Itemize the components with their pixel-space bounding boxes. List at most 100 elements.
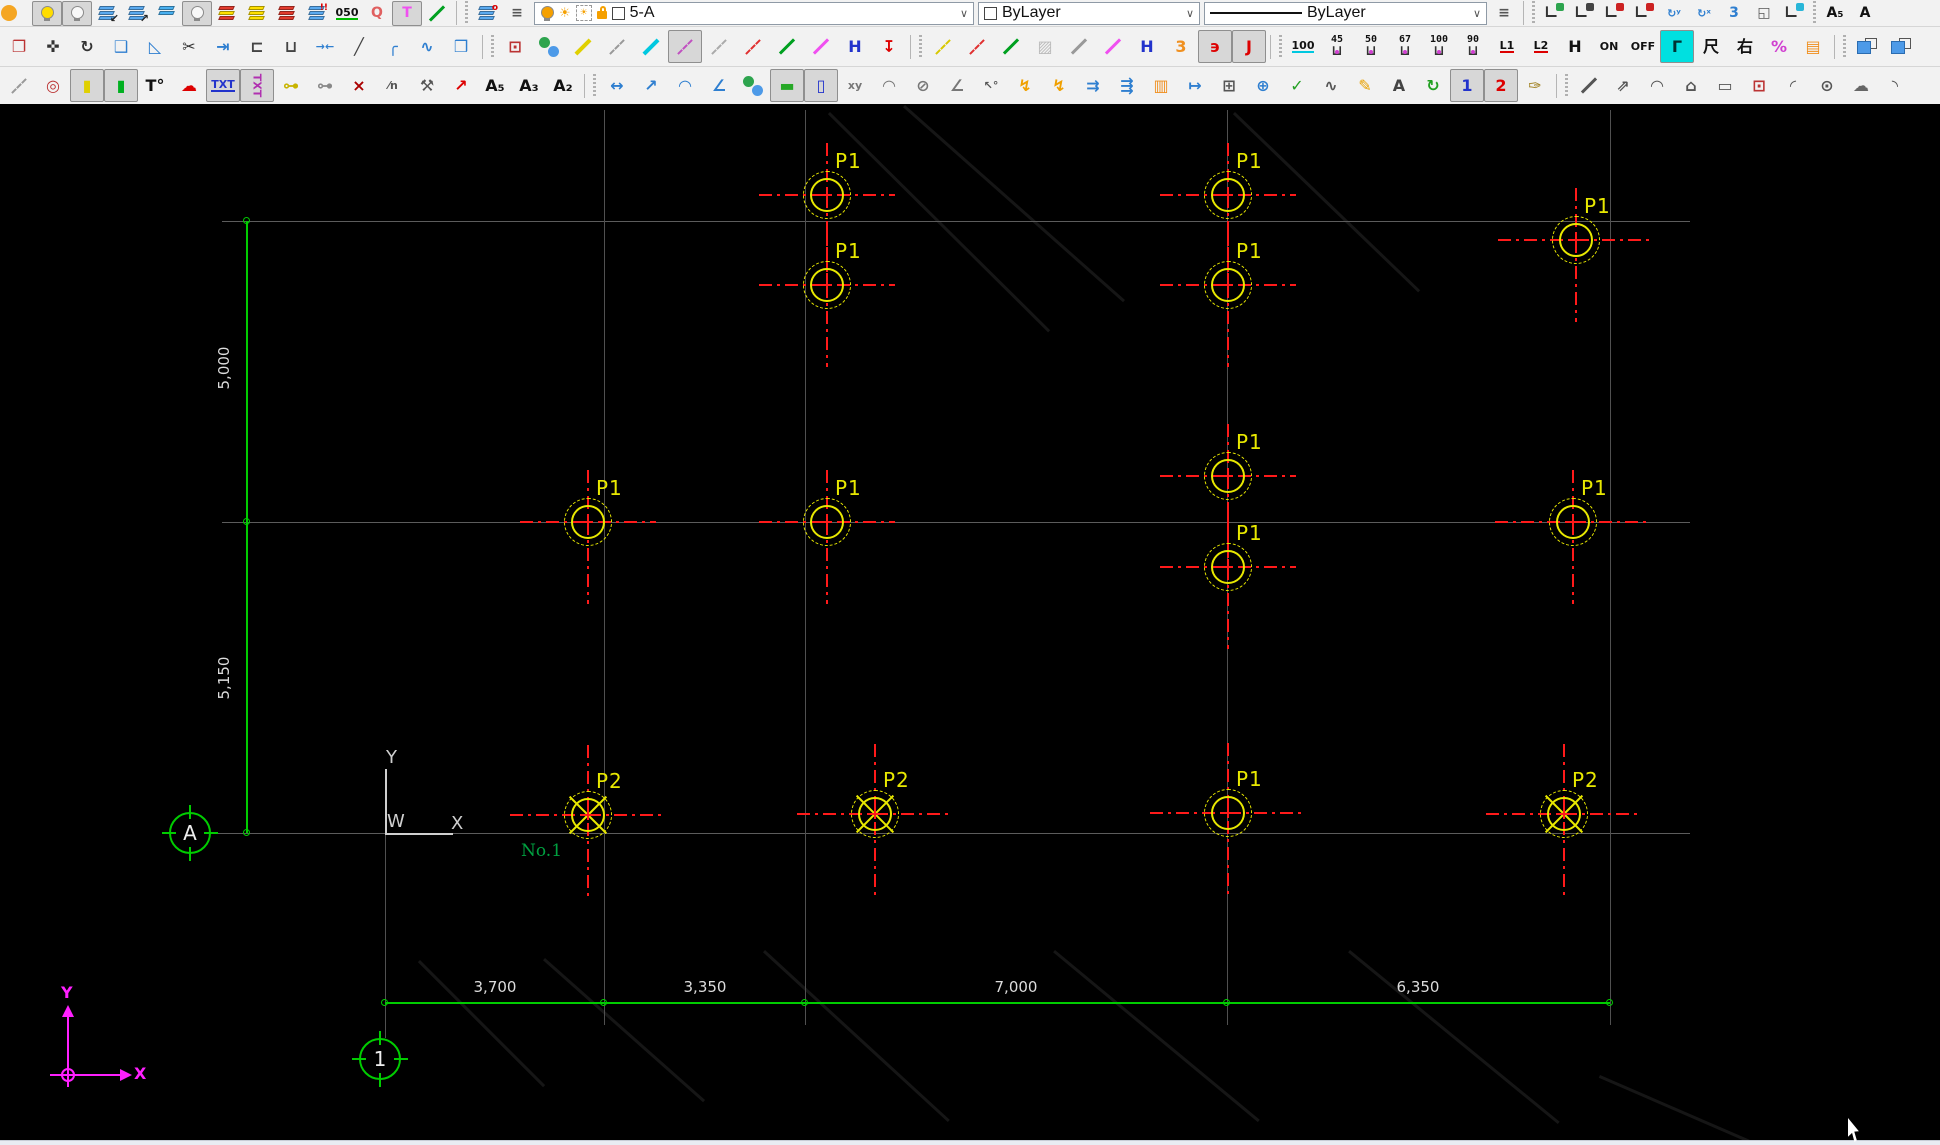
layer-thaw-icon[interactable] (182, 1, 212, 26)
dim-angle2-icon[interactable]: ∠ (940, 69, 974, 102)
text-width-icon[interactable]: A₃ (512, 69, 546, 102)
divide-icon[interactable]: ⁄n (376, 69, 410, 102)
offset-icon[interactable] (2, 69, 36, 102)
h-bold-icon[interactable]: H (1558, 30, 1592, 63)
level-67-icon[interactable]: 67⊔ (1388, 30, 1422, 63)
scale-100-rail-icon[interactable]: 100 (1286, 30, 1320, 63)
l1-icon[interactable]: L1 (1490, 30, 1524, 63)
dim-ordinate-icon[interactable]: ▥ (1144, 69, 1178, 102)
dim-linear-icon[interactable]: ↔ (600, 69, 634, 102)
percent-icon[interactable]: % (1762, 30, 1796, 63)
ucs-apply-icon[interactable]: ∟ (1779, 1, 1809, 26)
layers-yellow-icon[interactable] (242, 1, 272, 26)
pile-label[interactable]: P2 (596, 769, 636, 793)
dim-edit-icon[interactable]: ✎ (1348, 69, 1382, 102)
polyline-yellow-icon[interactable] (566, 30, 600, 63)
chevron-down-icon[interactable]: ∨ (1473, 7, 1481, 20)
dim-green-icon[interactable]: ▬ (770, 69, 804, 102)
dim-style2-icon[interactable]: 2 (1484, 69, 1518, 102)
note-text[interactable]: No.1 (521, 841, 581, 861)
ucs-rotate-y-icon[interactable]: ↻ʸ (1659, 1, 1689, 26)
toolbar-grip[interactable] (1278, 35, 1283, 59)
pile-label[interactable]: P1 (1584, 194, 1624, 218)
chamfer-icon[interactable]: ╱ (342, 30, 376, 63)
box-icon[interactable]: ❒ (444, 30, 478, 63)
chevron-down-icon[interactable]: ∨ (960, 7, 968, 20)
dim-blue-icon[interactable]: ▯ (804, 69, 838, 102)
ucs-3point-icon[interactable]: 3 (1719, 1, 1749, 26)
txt-vertical-icon[interactable]: TXT (240, 69, 274, 102)
bottom-dimension-line[interactable] (385, 1002, 1610, 1004)
h-symbol-icon[interactable]: H (838, 30, 872, 63)
toolbar-grip[interactable] (1564, 74, 1569, 98)
shaku-icon[interactable]: 尺 (1694, 30, 1728, 63)
block-yellow-icon[interactable]: ▮ (70, 69, 104, 102)
refresh-q-icon[interactable]: Q (362, 1, 392, 26)
pile-label[interactable]: P1 (835, 239, 875, 263)
text-rotate-icon[interactable]: T° (138, 69, 172, 102)
draw-polygon-icon[interactable]: ⌂ (1674, 69, 1708, 102)
layer-off-icon[interactable] (62, 1, 92, 26)
grid-line-vertical[interactable] (604, 110, 605, 1025)
line-gray-dash-icon[interactable] (600, 30, 634, 63)
dim-update-icon[interactable]: ↻ (1416, 69, 1450, 102)
trim-icon[interactable]: ✂ (172, 30, 206, 63)
ucs-previous-icon[interactable]: ∟ (1569, 1, 1599, 26)
layer-combo[interactable]: ☀☀5-A∨ (534, 2, 974, 25)
level-50-icon[interactable]: 50⊔ (1354, 30, 1388, 63)
draw-arc2-icon[interactable]: ◜ (1776, 69, 1810, 102)
grid-line-horizontal[interactable] (222, 522, 1690, 523)
dim-baseline-icon[interactable]: ⇉ (1076, 69, 1110, 102)
dim-arc-icon[interactable]: ◠ (668, 69, 702, 102)
axis-marker-hline[interactable] (385, 833, 453, 835)
dim-angle-icon[interactable]: ∠ (702, 69, 736, 102)
layer-isolate-icon[interactable]: ↙ (92, 1, 122, 26)
viewport2-icon[interactable] (1884, 30, 1918, 63)
point-target-icon[interactable]: ◎ (36, 69, 70, 102)
draw-point-icon[interactable]: ⊡ (1742, 69, 1776, 102)
layer-current-icon[interactable] (152, 1, 182, 26)
text-sort-icon[interactable]: A₅ (1820, 1, 1850, 26)
grid-line-vertical[interactable] (1610, 110, 1611, 1025)
revcloud-icon[interactable]: ☁ (172, 69, 206, 102)
draw-arc-icon[interactable]: ◠ (1640, 69, 1674, 102)
scale-050-icon[interactable]: 050 (332, 1, 362, 26)
dim-match-icon[interactable]: ✑ (1518, 69, 1552, 102)
dim-text-edit-icon[interactable]: A (1382, 69, 1416, 102)
edit-hammer-icon[interactable]: ⚒ (410, 69, 444, 102)
line-red-dashdot-icon[interactable] (736, 30, 770, 63)
spline-icon[interactable]: ∿ (410, 30, 444, 63)
pile-label[interactable]: P1 (1236, 239, 1276, 263)
line-magenta-dash-icon[interactable] (668, 30, 702, 63)
move-icon[interactable]: ✜ (36, 30, 70, 63)
migi-icon[interactable]: 右 (1728, 30, 1762, 63)
draw-line-icon[interactable] (1572, 69, 1606, 102)
text-height-icon[interactable]: A₅ (478, 69, 512, 102)
corner-cyan-icon[interactable]: Γ (1660, 30, 1694, 63)
level-90-icon[interactable]: 90⊔ (1456, 30, 1490, 63)
qleader-icon[interactable]: ↯ (1008, 69, 1042, 102)
draw-cloud-icon[interactable]: ☁ (1844, 69, 1878, 102)
pile-label[interactable]: P1 (1236, 767, 1276, 791)
join-icon[interactable]: →← (308, 30, 342, 63)
dim-check-icon[interactable]: ✓ (1280, 69, 1314, 102)
dim-style1-icon[interactable]: 1 (1450, 69, 1484, 102)
layer-state-icon[interactable]: !! (302, 1, 332, 26)
j-bracket-icon[interactable]: J (1232, 30, 1266, 63)
fillet-icon[interactable]: ╭ (376, 30, 410, 63)
polyline-cyan-icon[interactable] (634, 30, 668, 63)
pile-label[interactable]: P1 (1236, 430, 1276, 454)
line-magenta-icon[interactable] (804, 30, 838, 63)
linetype-combo[interactable]: ByLayer∨ (1204, 2, 1487, 25)
intersect-icon[interactable]: × (342, 69, 376, 102)
pile-label[interactable]: P1 (835, 149, 875, 173)
pile-label[interactable]: P1 (596, 476, 636, 500)
pile-label[interactable]: P2 (883, 768, 923, 792)
dim-diameter-icon[interactable]: ⊘ (906, 69, 940, 102)
off-icon[interactable]: OFF (1626, 30, 1660, 63)
line-green2-icon[interactable] (770, 30, 804, 63)
text-sort2-icon[interactable]: A (1850, 1, 1880, 26)
line-gray2-icon[interactable] (702, 30, 736, 63)
draw-circle-icon[interactable]: ⊙ (1810, 69, 1844, 102)
draw-arc3-icon[interactable]: ◝ (1878, 69, 1912, 102)
